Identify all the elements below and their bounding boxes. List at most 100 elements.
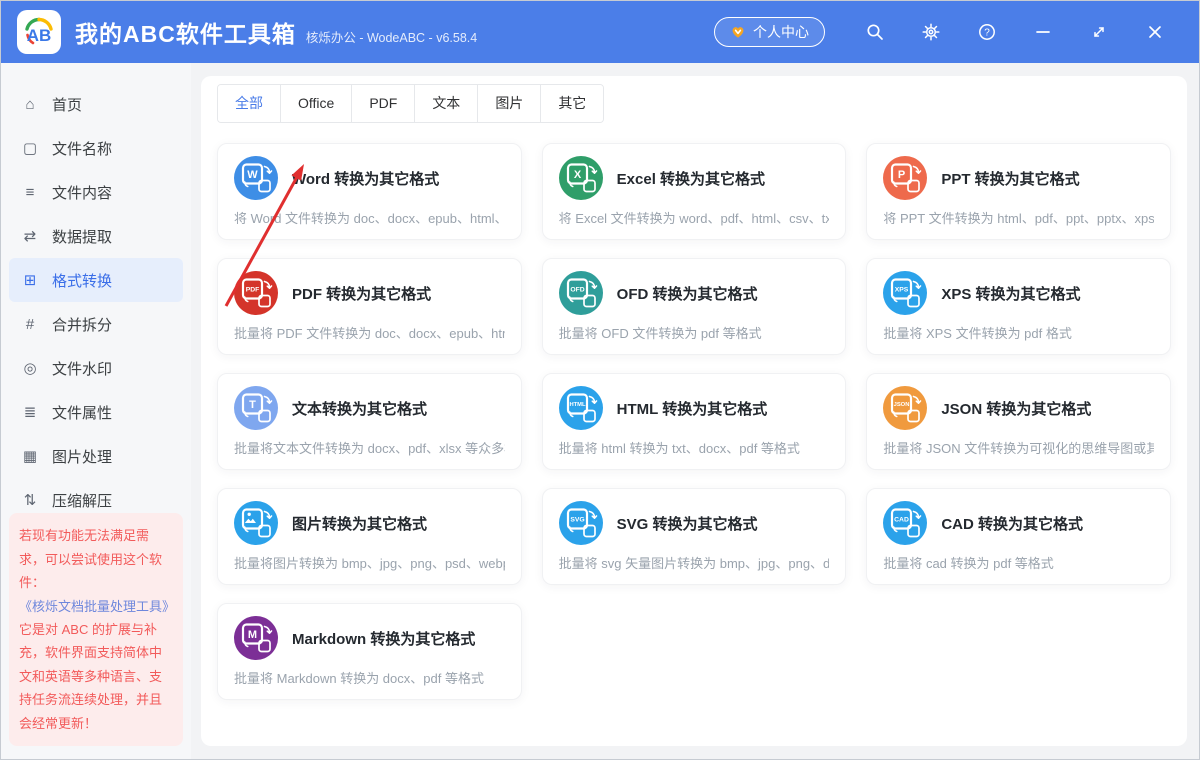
card-desc: 批量将 XPS 文件转换为 pdf 格式 [883,326,1072,341]
sidebar-item-home[interactable]: ⌂ 首页 [9,82,183,126]
watermark-icon: ◎ [23,360,37,377]
card-word[interactable]: W Word 转换为其它格式将 Word 文件转换为 doc、docx、epub、… [217,143,522,240]
svg-text:W: W [247,169,258,181]
markdown-format-icon: M [234,616,278,660]
app-window: AB 我的ABC软件工具箱 核烁办公 - WodeABC - v6.58.4 个… [0,0,1200,760]
sidebar-menu: ⌂ 首页 ▢ 文件名称 ≡ 文件内容 ⇄ 数据提取 ⊞ 格式转换 # 合并拆分 ◎ 文件水印 ≣ 文件属性 ▦ 图… [1,82,191,566]
resize-icon [1091,24,1107,40]
minimize-icon [1035,24,1051,40]
sidebar-item-format-convert[interactable]: ⊞ 格式转换 [9,258,183,302]
sidebar-item-label: 文件水印 [52,360,113,378]
window-content: ⌂ 首页 ▢ 文件名称 ≡ 文件内容 ⇄ 数据提取 ⊞ 格式转换 # 合并拆分 ◎ 文件水印 ≣ 文件属性 ▦ 图… [1,63,1199,759]
card-desc: 批量将 html 转换为 txt、docx、pdf 等格式 [558,441,800,456]
titlebar-actions: 个人中心 ? [714,12,1183,52]
card-desc: 批量将 OFD 文件转换为 pdf 等格式 [558,326,762,341]
settings-gear-icon [922,23,940,41]
close-icon [1147,24,1163,40]
tab-文本[interactable]: 文本 [415,85,479,122]
help-icon: ? [978,23,996,41]
card-cad[interactable]: CAD CAD 转换为其它格式批量将 cad 转换为 pdf 等格式 [866,488,1171,585]
merge-split-icon: # [25,315,35,333]
pdf-format-icon: PDF [234,271,278,315]
file-properties-icon: ≣ [23,404,37,421]
search-icon [866,23,884,41]
main-panel: 全部 Office PDF 文本 图片 其它 W Word 转换为其它格式将 Word 文件… [201,76,1187,746]
card-desc: 批量将 svg 矢量图片转换为 bmp、jpg、png、docx [558,556,830,571]
minimize-button[interactable] [1015,12,1071,52]
card-xps[interactable]: XPS XPS 转换为其它格式 批量将 XPS 文件转换为 pdf 格式 [866,258,1171,355]
close-button[interactable] [1127,12,1183,52]
svg-text:HTML: HTML [569,402,586,408]
card-grid: W Word 转换为其它格式将 Word 文件转换为 doc、docx、epub、… [217,143,1171,700]
resize-button[interactable] [1071,12,1127,52]
card-pdf[interactable]: PDF PDF 转换为其它格式 批量将 PDF 文件转换为 doc、docx、epu… [217,258,522,355]
svg-text:AB: AB [27,26,52,45]
card-ppt[interactable]: P PPT 转换为其它格式将 PPT 文件转换为 html、pdf、ppt、ppt… [866,143,1171,240]
card-title: Excel 转换为其它格式 [616,170,766,188]
settings-button[interactable] [903,12,959,52]
card-image[interactable]: 图片转换为其它格式批量将图片转换为 bmp、jpg、png、psd、webp、 [217,488,522,585]
tab-图片[interactable]: 图片 [478,85,542,122]
sidebar-item-file-name[interactable]: ▢ 文件名称 [9,126,183,170]
sidebar-item-image-process[interactable]: ▦ 图片处理 [9,434,183,478]
tab-Office[interactable]: Office [281,85,353,122]
json-format-icon: JSON [883,386,928,430]
card-desc: 批量将 JSON 文件转换为可视化的思维导图或其它格 [883,441,1154,456]
sidebar-item-label: 合并拆分 [52,316,113,334]
app-title: 我的ABC软件工具箱 [75,21,296,47]
card-markdown[interactable]: M Markdown 转换为其它格式批量将 Markdown 转换为 docx、p… [217,603,522,700]
app-logo-icon: AB [25,17,53,45]
image-process-icon: ▦ [22,448,38,465]
card-desc: 批量将 Markdown 转换为 docx、pdf 等格式 [234,671,484,686]
xps-format-icon: XPS [883,271,928,315]
card-excel[interactable]: X Excel 转换为其它格式将 Excel 文件转换为 word、pdf、htm… [541,143,847,240]
card-title: 图片转换为其它格式 [292,515,428,533]
card-html[interactable]: HTML HTML 转换为其它格式 批量将 html 转换为 txt、docx、pd… [541,373,847,470]
data-extract-icon: ⇄ [23,228,37,245]
user-center-button[interactable]: 个人中心 [714,17,825,47]
html-format-icon: HTML [558,386,603,430]
svg-text:?: ? [984,28,990,39]
svg-text:PDF: PDF [246,286,260,293]
card-title: Word 转换为其它格式 [292,170,440,188]
sidebar-item-label: 文件属性 [52,404,113,422]
card-title: OFD 转换为其它格式 [616,285,758,303]
svg-text:X: X [573,169,581,181]
card-text[interactable]: T 文本转换为其它格式 批量将文本文件转换为 docx、pdf、xlsx 等众多格式 [217,373,522,470]
card-desc: 将 Word 文件转换为 doc、docx、epub、html、pd [234,211,505,226]
tab-bar: 全部 Office PDF 文本 图片 其它 [217,84,605,123]
card-json[interactable]: JSON JSON 转换为其它格式批量将 JSON 文件转换为可视化的思维导图或其… [866,373,1171,470]
app-logo: AB [17,10,61,54]
sidebar-item-file-props[interactable]: ≣ 文件属性 [9,390,183,434]
card-desc: 批量将图片转换为 bmp、jpg、png、psd、webp、 [234,556,505,571]
card-desc: 批量将 cad 转换为 pdf 等格式 [883,556,1054,571]
card-title: CAD 转换为其它格式 [941,515,1083,533]
sidebar-item-watermark[interactable]: ◎ 文件水印 [9,346,183,390]
tab-全部[interactable]: 全部 [218,85,281,122]
svg-text:XPS: XPS [895,286,909,293]
cad-format-icon: CAD [883,501,928,545]
help-button[interactable]: ? [959,12,1015,52]
sidebar-item-file-content[interactable]: ≡ 文件内容 [9,170,183,214]
card-title: Markdown 转换为其它格式 [292,630,476,648]
search-button[interactable] [847,12,903,52]
tab-其它[interactable]: 其它 [541,85,604,122]
tab-PDF[interactable]: PDF [352,85,416,122]
card-svg[interactable]: SVG SVG 转换为其它格式 批量将 svg 矢量图片转换为 bmp、jpg、pn… [541,488,847,585]
sidebar-item-label: 文件名称 [52,140,113,158]
compress-extract-icon: ⇅ [23,492,37,509]
sidebar-item-label: 图片处理 [52,448,113,466]
card-title: PDF 转换为其它格式 [292,285,432,303]
user-center-label: 个人中心 [753,24,809,40]
notice-link[interactable]: 《核烁文档批量处理工具》 [19,599,175,614]
file-name-icon: ▢ [22,140,38,157]
sidebar-item-merge-split[interactable]: # 合并拆分 [9,302,183,346]
sidebar-notice: 若现有功能无法满足需求，可以尝试使用这个软件： 《核烁文档批量处理工具》 它是对… [9,513,183,746]
card-ofd[interactable]: OFD OFD 转换为其它格式 批量将 OFD 文件转换为 pdf 等格式 [541,258,847,355]
word-format-icon: W [234,156,278,200]
sidebar: ⌂ 首页 ▢ 文件名称 ≡ 文件内容 ⇄ 数据提取 ⊞ 格式转换 # 合并拆分 ◎ 文件水印 ≣ 文件属性 ▦ 图… [1,63,191,759]
sidebar-item-data-extract[interactable]: ⇄ 数据提取 [9,214,183,258]
card-desc: 将 Excel 文件转换为 word、pdf、html、csv、txt、s [558,211,830,226]
sidebar-item-label: 压缩解压 [52,492,113,510]
svg-text:M: M [248,629,257,641]
